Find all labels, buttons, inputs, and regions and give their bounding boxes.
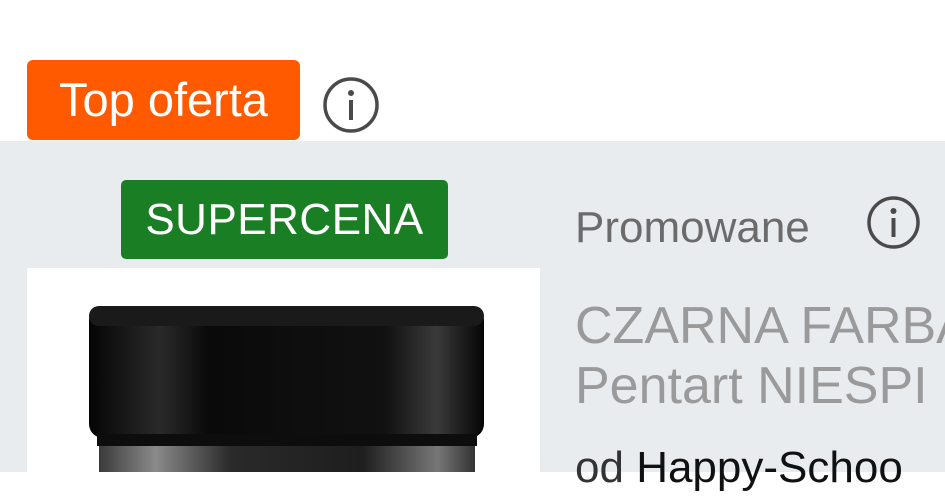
info-icon[interactable]	[322, 76, 380, 134]
paint-jar-image	[89, 306, 484, 472]
top-offer-badge: Top oferta	[27, 60, 300, 140]
product-title-line: Pentart NIESPI	[575, 357, 928, 415]
info-icon[interactable]	[866, 195, 921, 250]
product-title-line: CZARNA FARBA	[575, 297, 945, 355]
super-price-badge: SUPERCENA	[121, 180, 448, 259]
seller-name-link[interactable]: Happy-Schoo	[636, 443, 903, 492]
promoted-label: Promowane	[575, 203, 810, 252]
seller-prefix: od	[575, 443, 624, 492]
product-image[interactable]	[27, 268, 540, 472]
seller-info: od Happy-Schoo	[575, 440, 945, 496]
product-title-link[interactable]: CZARNA FARBA Pentart NIESPI	[575, 296, 945, 416]
